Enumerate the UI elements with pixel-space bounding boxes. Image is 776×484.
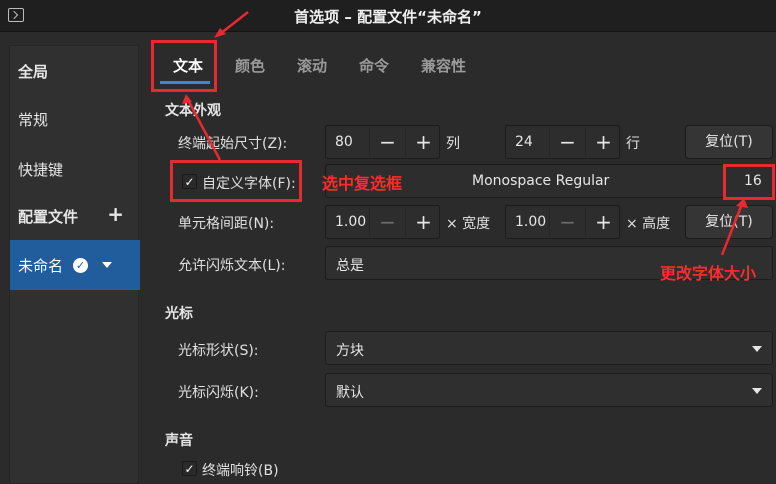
arrow-to-font-size <box>720 203 744 256</box>
annotation-arrows <box>182 11 748 256</box>
arrow-to-text-tab <box>219 11 249 35</box>
arrow-to-checkbox <box>186 99 222 161</box>
arrowhead-font-size <box>736 198 748 208</box>
